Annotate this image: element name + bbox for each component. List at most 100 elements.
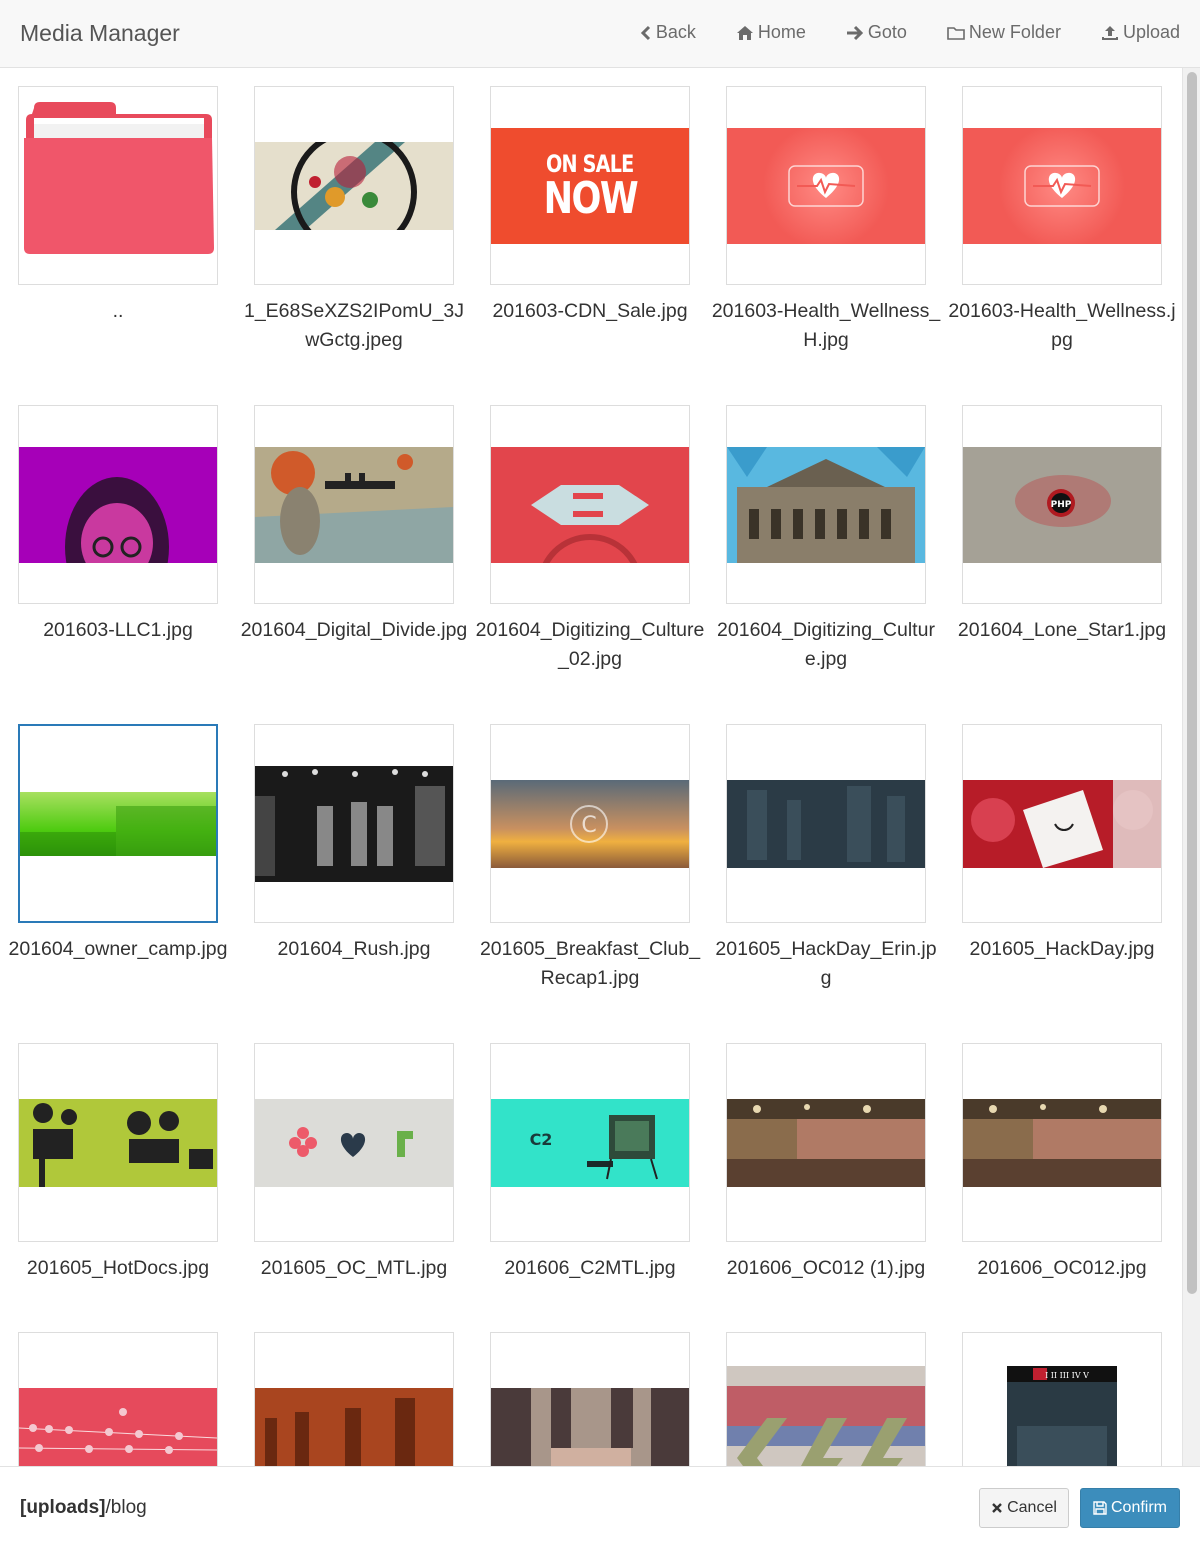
file-tile[interactable]: 201604_Digitizing_Culture.jpg xyxy=(717,405,935,674)
upload-button[interactable]: Upload xyxy=(1101,22,1180,43)
file-tile[interactable] xyxy=(726,1332,926,1466)
home-button[interactable]: Home xyxy=(736,22,806,43)
file-name: 201605_OC_MTL.jpg xyxy=(260,1257,448,1279)
file-tile[interactable]: I II III IV V xyxy=(962,1332,1162,1466)
svg-text:C2: C2 xyxy=(530,1130,553,1149)
file-thumbnail[interactable] xyxy=(726,86,926,285)
toolbar: Back Home Goto New Folder Upload xyxy=(600,22,1180,43)
file-name: 201606_C2MTL.jpg xyxy=(504,1257,676,1279)
file-name: 201603-CDN_Sale.jpg xyxy=(492,300,688,322)
file-name: 201605_HackDay_Erin.jpg xyxy=(715,938,937,989)
file-tile[interactable]: 201605_OC_MTL.jpg xyxy=(254,1043,454,1283)
folder-icon[interactable] xyxy=(18,86,218,285)
file-tile[interactable] xyxy=(490,1332,690,1466)
file-thumbnail[interactable] xyxy=(726,1043,926,1242)
file-name: .. xyxy=(112,300,124,322)
file-thumbnail[interactable] xyxy=(490,405,690,604)
new-folder-button[interactable]: New Folder xyxy=(947,22,1061,43)
file-tile[interactable] xyxy=(18,1332,218,1466)
scrollbar-thumb[interactable] xyxy=(1187,72,1197,1294)
file-thumbnail[interactable] xyxy=(254,1043,454,1242)
file-thumbnail[interactable] xyxy=(962,724,1162,923)
file-name: 201606_OC012 (1).jpg xyxy=(726,1257,926,1279)
header-bar: Media Manager Back Home Goto New Folder … xyxy=(0,0,1200,68)
file-thumbnail[interactable]: C xyxy=(490,724,690,923)
file-thumbnail[interactable] xyxy=(726,724,926,923)
arrow-right-icon xyxy=(846,25,864,40)
close-icon xyxy=(992,1503,1002,1513)
file-thumbnail[interactable]: I II III IV V xyxy=(962,1332,1162,1466)
file-thumbnail[interactable]: ON SALE NOW ON SALE NOW xyxy=(490,86,690,285)
file-name: 1_E68SeXZS2IPomU_3JwGctg.jpeg xyxy=(243,300,465,351)
vertical-scrollbar[interactable] xyxy=(1182,68,1200,1466)
footer-bar: [uploads]/blog Cancel Confirm xyxy=(0,1466,1200,1547)
file-tile[interactable]: 201603-Health_Wellness_H.jpg xyxy=(712,86,940,355)
file-tile[interactable]: 201605_HotDocs.jpg xyxy=(18,1043,218,1283)
file-name: 201603-Health_Wellness_H.jpg xyxy=(711,300,941,351)
file-browser: .. 1_E68SeXZS2IPomU_3JwGctg.jpeg ON SALE… xyxy=(0,68,1182,1466)
chevron-left-icon xyxy=(640,25,650,40)
file-tile[interactable]: PHP 201604_Lone_Star1.jpg xyxy=(958,405,1166,645)
goto-label: Goto xyxy=(867,22,907,42)
file-thumbnail[interactable] xyxy=(254,405,454,604)
parent-folder-tile[interactable]: .. xyxy=(18,86,218,326)
file-name: 201604_Rush.jpg xyxy=(277,938,431,960)
upload-label: Upload xyxy=(1122,22,1180,42)
page-title: Media Manager xyxy=(20,20,180,46)
folder-icon xyxy=(947,26,965,40)
current-path: [uploads]/blog xyxy=(20,1497,147,1519)
file-name: 201605_Breakfast_Club_Recap1.jpg xyxy=(479,938,701,989)
file-tile[interactable]: 1_E68SeXZS2IPomU_3JwGctg.jpeg xyxy=(244,86,464,355)
file-thumbnail[interactable] xyxy=(254,724,454,923)
file-thumbnail[interactable] xyxy=(490,1332,690,1466)
home-icon xyxy=(736,25,753,40)
file-name: 201604_Digital_Divide.jpg xyxy=(240,619,468,641)
file-thumbnail[interactable] xyxy=(18,1043,218,1242)
file-thumbnail[interactable] xyxy=(18,1332,218,1466)
file-tile[interactable]: 201604_Digitizing_Culture_02.jpg xyxy=(476,405,704,674)
file-tile[interactable]: 201604_Digital_Divide.jpg xyxy=(241,405,467,645)
back-label: Back xyxy=(655,22,696,42)
file-thumbnail[interactable] xyxy=(18,724,218,923)
file-tile[interactable]: 201604_owner_camp.jpg xyxy=(9,724,228,964)
confirm-label: Confirm xyxy=(1110,1499,1167,1516)
file-tile[interactable]: 201604_Rush.jpg xyxy=(254,724,454,964)
file-thumbnail[interactable] xyxy=(726,405,926,604)
file-name: 201604_owner_camp.jpg xyxy=(8,938,228,960)
save-icon xyxy=(1093,1501,1107,1515)
file-tile[interactable]: 201603-Health_Wellness.jpg xyxy=(948,86,1176,355)
file-thumbnail[interactable]: PHP xyxy=(962,405,1162,604)
file-tile[interactable]: 201606_OC012 (1).jpg xyxy=(726,1043,926,1283)
file-tile[interactable]: 201605_HackDay.jpg xyxy=(962,724,1162,964)
file-thumbnail[interactable]: C2 xyxy=(490,1043,690,1242)
upload-icon xyxy=(1101,25,1118,40)
file-tile[interactable] xyxy=(254,1332,454,1466)
path-root: [uploads] xyxy=(20,1497,106,1518)
confirm-button[interactable]: Confirm xyxy=(1080,1488,1180,1528)
cancel-button[interactable]: Cancel xyxy=(979,1488,1069,1528)
home-label: Home xyxy=(757,22,806,42)
file-name: 201603-Health_Wellness.jpg xyxy=(948,300,1176,351)
file-thumbnail[interactable] xyxy=(962,1043,1162,1242)
file-tile[interactable]: C 201605_Breakfast_Club_Recap1.jpg xyxy=(480,724,700,993)
svg-text:PHP: PHP xyxy=(1051,500,1072,510)
file-tile[interactable]: ON SALE NOW ON SALE NOW 201603-CDN_Sale.j… xyxy=(490,86,690,326)
file-tile[interactable]: 201606_OC012.jpg xyxy=(962,1043,1162,1283)
file-thumbnail[interactable] xyxy=(726,1332,926,1466)
file-tile[interactable]: 201605_HackDay_Erin.jpg xyxy=(715,724,937,993)
file-thumbnail[interactable] xyxy=(254,86,454,285)
goto-button[interactable]: Goto xyxy=(846,22,907,43)
svg-text:C: C xyxy=(581,813,596,838)
back-button[interactable]: Back xyxy=(640,22,696,43)
file-name: 201604_Digitizing_Culture.jpg xyxy=(717,619,935,670)
file-thumbnail[interactable] xyxy=(18,405,218,604)
file-thumbnail[interactable] xyxy=(962,86,1162,285)
path-rest: /blog xyxy=(105,1497,147,1518)
file-tile[interactable]: 201603-LLC1.jpg xyxy=(18,405,218,645)
file-name: 201605_HackDay.jpg xyxy=(969,938,1155,960)
cancel-label: Cancel xyxy=(1007,1499,1057,1516)
file-name: 201606_OC012.jpg xyxy=(977,1257,1147,1279)
file-tile[interactable]: C2 201606_C2MTL.jpg xyxy=(490,1043,690,1283)
file-name: 201603-LLC1.jpg xyxy=(43,619,193,641)
file-thumbnail[interactable] xyxy=(254,1332,454,1466)
